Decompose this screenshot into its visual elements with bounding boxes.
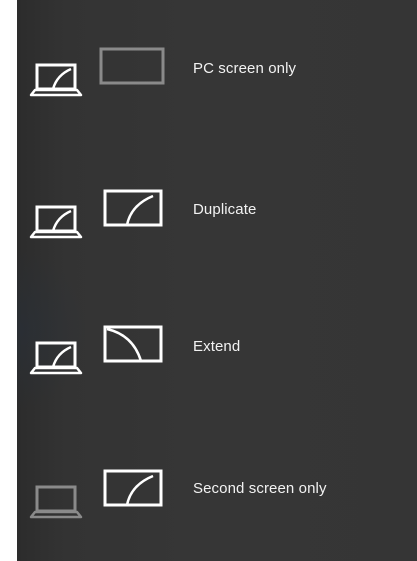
- option-duplicate[interactable]: Duplicate: [17, 160, 417, 270]
- option-label: Second screen only: [193, 480, 327, 497]
- extend-icon: [29, 325, 163, 375]
- option-second-screen-only[interactable]: Second screen only: [17, 440, 417, 550]
- duplicate-icon: [29, 189, 163, 239]
- pc-screen-only-icon: [29, 47, 165, 97]
- option-label: PC screen only: [193, 60, 297, 77]
- project-panel: PC screen only Duplicate Extend Second s…: [17, 0, 417, 561]
- option-label: Duplicate: [193, 201, 257, 218]
- second-screen-only-icon: [29, 469, 163, 519]
- option-pc-screen-only[interactable]: PC screen only: [17, 18, 417, 128]
- option-label: Extend: [193, 338, 241, 355]
- option-extend[interactable]: Extend: [17, 296, 417, 406]
